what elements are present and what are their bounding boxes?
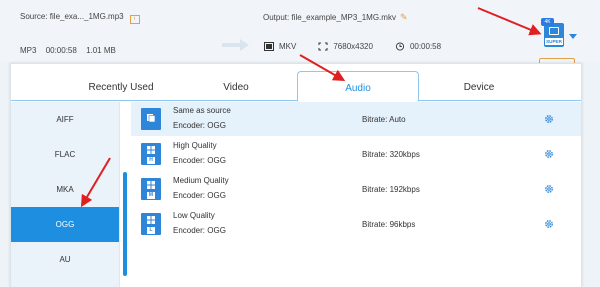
file-info-strip: Source: file_exa..._1MG.mp3 i MP3 00:00:5… bbox=[0, 0, 600, 63]
format-4k-badge: 4K bbox=[541, 18, 554, 26]
preset-icon: M bbox=[141, 178, 161, 200]
tab-recently-used[interactable]: Recently Used bbox=[51, 64, 191, 101]
gear-icon[interactable] bbox=[543, 113, 555, 125]
preset-bitrate: Bitrate: 192kbps bbox=[362, 185, 420, 194]
preset-name: Medium Quality bbox=[173, 176, 229, 185]
preset-icon bbox=[141, 108, 161, 130]
quality-tag: M bbox=[147, 192, 155, 199]
output-label: Output: file_example_MP3_1MG.mkv ✎ bbox=[263, 12, 408, 23]
film-icon bbox=[264, 42, 274, 51]
format-tabs: Recently Used Video Audio Device bbox=[11, 64, 581, 102]
sidebar-item-aiff[interactable]: AIFF bbox=[11, 102, 119, 137]
output-format: MKV bbox=[279, 42, 297, 51]
output-resolution: 7680x4320 bbox=[333, 42, 373, 51]
preset-icon: L bbox=[141, 213, 161, 235]
output-duration: 00:00:58 bbox=[409, 42, 442, 51]
quality-tag: H bbox=[147, 157, 155, 164]
preset-encoder: Encoder: OGG bbox=[173, 156, 226, 165]
preset-bitrate: Bitrate: 96kbps bbox=[362, 220, 416, 229]
pencil-icon[interactable]: ✎ bbox=[400, 12, 408, 23]
quality-tag: L bbox=[147, 227, 155, 234]
arrow-right-icon bbox=[222, 39, 249, 51]
format-badge-label: SUPER bbox=[545, 38, 563, 45]
sidebar-item-mka[interactable]: MKA bbox=[11, 172, 119, 207]
preset-encoder: Encoder: OGG bbox=[173, 191, 226, 200]
format-sidebar: AIFF FLAC MKA OGG AU bbox=[11, 102, 120, 287]
preset-encoder: Encoder: OGG bbox=[173, 121, 226, 130]
output-format-button[interactable]: SUPER 4K bbox=[541, 18, 565, 48]
sidebar-item-flac[interactable]: FLAC bbox=[11, 137, 119, 172]
source-size: 1.01 MB bbox=[86, 46, 116, 55]
source-format: MP3 bbox=[20, 46, 37, 55]
resize-icon bbox=[318, 42, 328, 51]
format-panel: Recently Used Video Audio Device AIFF FL… bbox=[10, 63, 582, 287]
preset-row-high-quality[interactable]: H High Quality Encoder: OGG Bitrate: 320… bbox=[131, 137, 581, 171]
preset-bitrate: Bitrate: 320kbps bbox=[362, 150, 420, 159]
sidebar-item-ogg[interactable]: OGG bbox=[11, 207, 119, 242]
preset-bitrate: Bitrate: Auto bbox=[362, 115, 406, 124]
gear-icon[interactable] bbox=[543, 218, 555, 230]
tab-device[interactable]: Device bbox=[421, 64, 537, 101]
info-icon[interactable]: i bbox=[129, 15, 140, 24]
source-duration: 00:00:58 bbox=[45, 46, 77, 55]
gear-icon[interactable] bbox=[543, 148, 555, 160]
film-icon bbox=[549, 27, 559, 35]
source-label: Source: file_exa..._1MG.mp3 i bbox=[20, 12, 140, 24]
preset-name: High Quality bbox=[173, 141, 217, 150]
preset-name: Low Quality bbox=[173, 211, 215, 220]
tab-video[interactable]: Video bbox=[181, 64, 291, 101]
chevron-down-icon[interactable] bbox=[569, 34, 577, 39]
list-scrollbar[interactable] bbox=[123, 172, 127, 276]
preset-encoder: Encoder: OGG bbox=[173, 226, 226, 235]
tab-audio[interactable]: Audio bbox=[297, 71, 419, 102]
sidebar-item-au[interactable]: AU bbox=[11, 242, 119, 277]
preset-list: Same as source Encoder: OGG Bitrate: Aut… bbox=[131, 102, 581, 287]
preset-icon: H bbox=[141, 143, 161, 165]
preset-row-low-quality[interactable]: L Low Quality Encoder: OGG Bitrate: 96kb… bbox=[131, 207, 581, 241]
preset-row-medium-quality[interactable]: M Medium Quality Encoder: OGG Bitrate: 1… bbox=[131, 172, 581, 206]
preset-row-same-as-source[interactable]: Same as source Encoder: OGG Bitrate: Aut… bbox=[131, 102, 581, 136]
preset-name: Same as source bbox=[173, 106, 231, 115]
clock-icon bbox=[395, 42, 404, 51]
source-meta: MP3 00:00:58 1.01 MB bbox=[20, 46, 123, 55]
output-meta: MKV 7680x4320 00:00:58 bbox=[264, 42, 463, 51]
gear-icon[interactable] bbox=[543, 183, 555, 195]
